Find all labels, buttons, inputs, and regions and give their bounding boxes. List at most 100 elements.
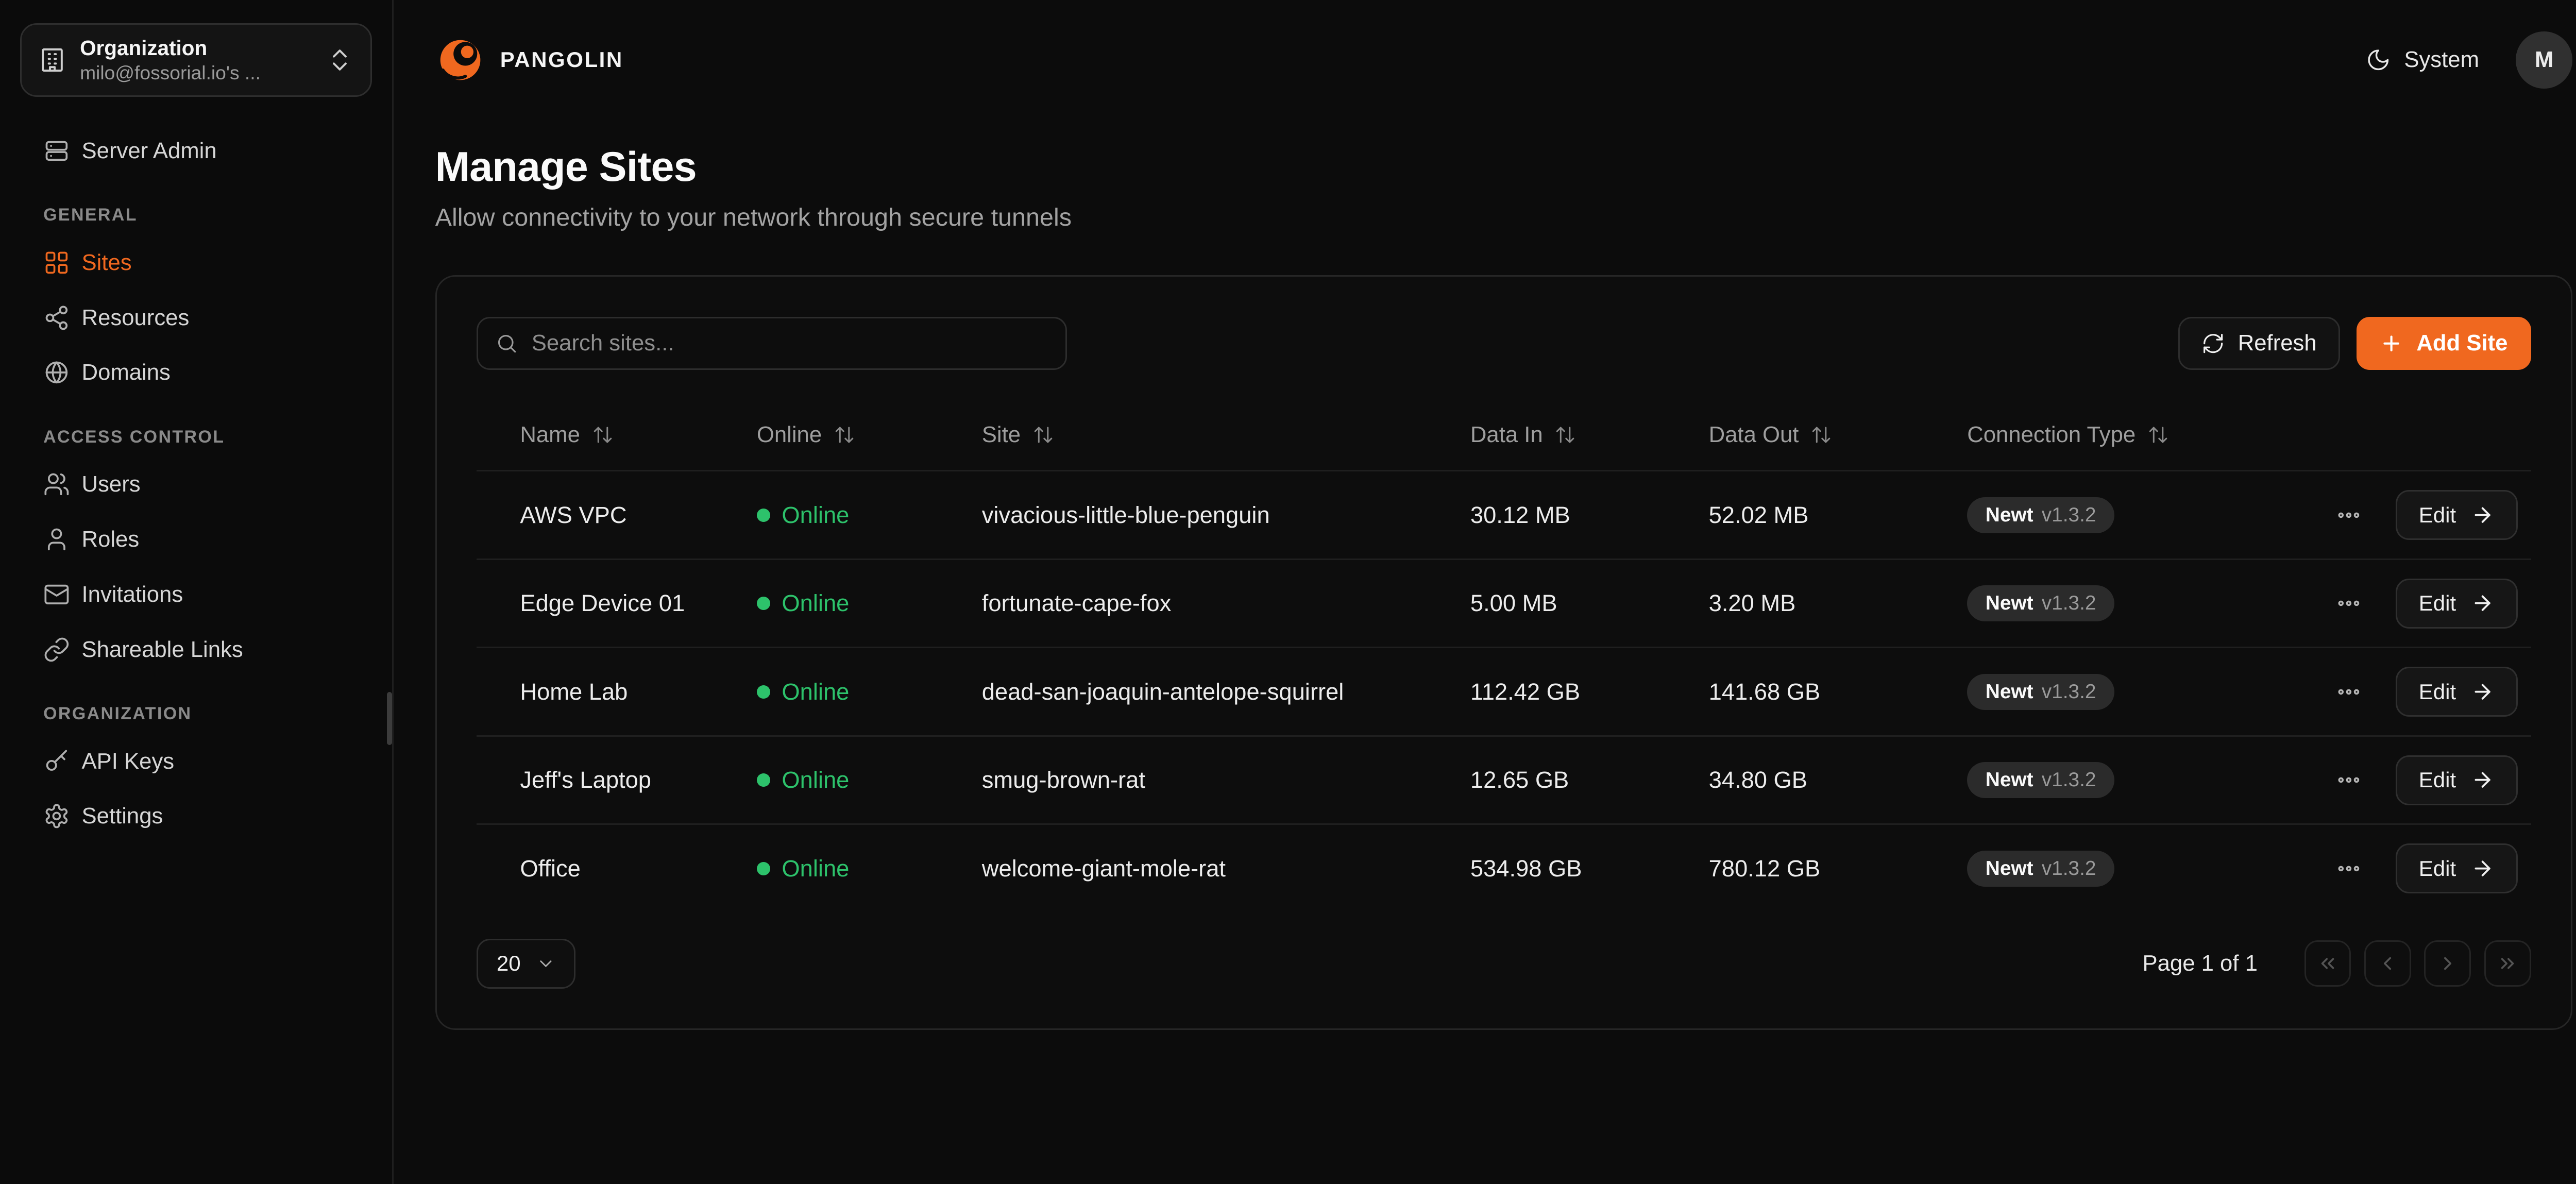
sidebar-item-resources[interactable]: Resources (20, 290, 372, 345)
edit-button[interactable]: Edit (2396, 667, 2518, 717)
add-site-button[interactable]: Add Site (2357, 317, 2531, 370)
data-out-cell: 3.20 MB (1709, 590, 1968, 617)
chevron-right-icon (2437, 953, 2459, 974)
site-id-cell: dead-san-joaquin-antelope-squirrel (982, 679, 1470, 705)
sidebar-item-domains[interactable]: Domains (20, 345, 372, 400)
grid-icon (43, 249, 70, 276)
connection-type-badge: Newt v1.3.2 (1967, 762, 2114, 798)
column-label: Site (982, 422, 1021, 448)
section-heading-general: GENERAL (43, 205, 359, 225)
site-id-cell: welcome-giant-mole-rat (982, 855, 1470, 882)
section-heading-access-control: ACCESS CONTROL (43, 427, 359, 447)
row-menu-button[interactable] (2329, 583, 2369, 623)
site-status-cell: Online (757, 767, 982, 793)
connection-type-version: v1.3.2 (2042, 769, 2096, 791)
sidebar-item-settings[interactable]: Settings (20, 789, 372, 844)
online-status-dot (757, 862, 770, 875)
edit-button[interactable]: Edit (2396, 843, 2518, 893)
edit-button[interactable]: Edit (2396, 579, 2518, 629)
sidebar-item-invitations[interactable]: Invitations (20, 567, 372, 622)
arrow-right-icon (2471, 591, 2494, 615)
sidebar-item-sites[interactable]: Sites (20, 235, 372, 290)
row-menu-button[interactable] (2329, 495, 2369, 535)
online-status: Online (757, 855, 982, 882)
table-body: AWS VPC Online vivacious-little-blue-pen… (477, 470, 2531, 912)
page-size-select[interactable]: 20 (477, 939, 575, 989)
refresh-button[interactable]: Refresh (2178, 317, 2340, 370)
org-subtitle: milo@fossorial.io's ... (80, 62, 312, 84)
edit-button-label: Edit (2419, 503, 2456, 528)
brand[interactable]: PANGOLIN (435, 35, 623, 85)
online-status-label: Online (782, 767, 849, 793)
site-status-cell: Online (757, 590, 982, 617)
online-status: Online (757, 590, 982, 617)
row-menu-button[interactable] (2329, 672, 2369, 712)
server-icon (43, 138, 70, 164)
connection-type-version: v1.3.2 (2042, 857, 2096, 880)
data-out-cell: 780.12 GB (1709, 855, 1968, 882)
theme-toggle-button[interactable]: System (2366, 47, 2479, 73)
online-status: Online (757, 767, 982, 793)
column-header-data-in[interactable]: Data In (1470, 422, 1709, 448)
pagination-controls (2304, 940, 2531, 987)
sidebar-item-api-keys[interactable]: API Keys (20, 734, 372, 789)
page-title: Manage Sites (435, 143, 2573, 191)
column-header-site[interactable]: Site (982, 422, 1470, 448)
data-in-cell: 12.65 GB (1470, 767, 1709, 793)
column-header-name[interactable]: Name (477, 422, 757, 448)
ellipsis-icon (2335, 767, 2362, 793)
building-icon (38, 46, 66, 74)
column-header-online[interactable]: Online (757, 422, 982, 448)
edit-button[interactable]: Edit (2396, 755, 2518, 805)
page-info: Page 1 of 1 (2143, 951, 2258, 976)
row-menu-button[interactable] (2329, 849, 2369, 889)
topbar-right: System M (2366, 31, 2572, 88)
sidebar-item-shareable-links[interactable]: Shareable Links (20, 622, 372, 677)
table-row: Home Lab Online dead-san-joaquin-antelop… (477, 647, 2531, 735)
sidebar-item-label: Settings (82, 803, 163, 829)
site-name-cell: Edge Device 01 (477, 590, 757, 617)
sidebar-item-users[interactable]: Users (20, 457, 372, 512)
last-page-button[interactable] (2484, 940, 2531, 987)
online-status-label: Online (782, 855, 849, 882)
sidebar-item-roles[interactable]: Roles (20, 512, 372, 567)
table-row: Edge Device 01 Online fortunate-cape-fox… (477, 559, 2531, 647)
connection-type-cell: Newt v1.3.2 (1967, 674, 2267, 710)
search-input[interactable] (532, 330, 1049, 356)
next-page-button[interactable] (2424, 940, 2471, 987)
previous-page-button[interactable] (2364, 940, 2411, 987)
data-in-cell: 30.12 MB (1470, 502, 1709, 529)
row-menu-button[interactable] (2329, 760, 2369, 800)
refresh-icon (2201, 332, 2225, 355)
table-row: AWS VPC Online vivacious-little-blue-pen… (477, 470, 2531, 559)
edit-button[interactable]: Edit (2396, 490, 2518, 540)
online-status: Online (757, 679, 982, 705)
connection-type-badge: Newt v1.3.2 (1967, 497, 2114, 533)
site-status-cell: Online (757, 502, 982, 529)
sort-icon (1032, 424, 1054, 446)
ellipsis-icon (2335, 590, 2362, 617)
site-status-cell: Online (757, 679, 982, 705)
sort-icon (1810, 424, 1832, 446)
column-header-data-out[interactable]: Data Out (1709, 422, 1968, 448)
sidebar-nav: Server Admin GENERAL Sites Resources (20, 123, 372, 843)
table-row: Office Online welcome-giant-mole-rat 534… (477, 823, 2531, 912)
org-switcher[interactable]: Organization milo@fossorial.io's ... (20, 23, 372, 96)
online-status-label: Online (782, 679, 849, 705)
user-avatar[interactable]: M (2516, 31, 2572, 88)
edit-button-label: Edit (2419, 680, 2456, 704)
org-title: Organization (80, 36, 312, 60)
sidebar-item-label: Users (82, 471, 141, 497)
table-row: Jeff's Laptop Online smug-brown-rat 12.6… (477, 735, 2531, 824)
theme-toggle-label: System (2404, 47, 2479, 73)
sidebar-scrollbar-thumb[interactable] (387, 692, 392, 746)
first-page-button[interactable] (2304, 940, 2351, 987)
link-icon (43, 636, 70, 663)
column-header-connection-type[interactable]: Connection Type (1967, 422, 2267, 448)
sidebar-item-server-admin[interactable]: Server Admin (20, 123, 372, 178)
edit-button-label: Edit (2419, 591, 2456, 616)
site-id-cell: vivacious-little-blue-penguin (982, 502, 1470, 529)
topbar: PANGOLIN System M (435, 0, 2573, 120)
connection-type-name: Newt (1986, 681, 2033, 703)
connection-type-cell: Newt v1.3.2 (1967, 585, 2267, 621)
